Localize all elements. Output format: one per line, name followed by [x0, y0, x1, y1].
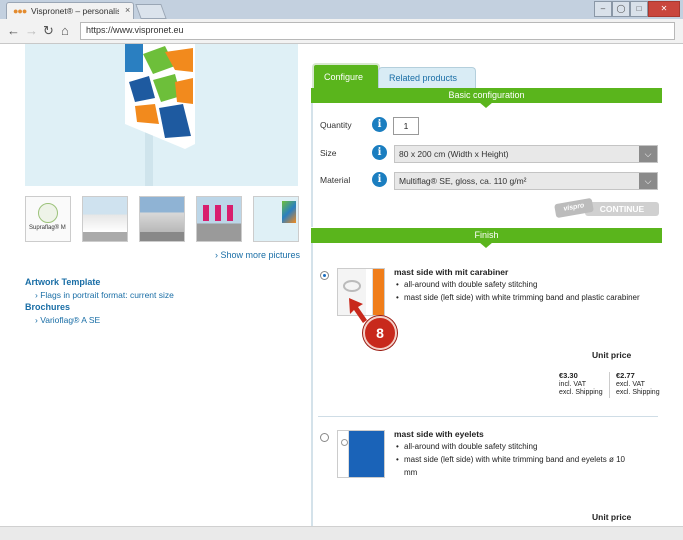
- user-button[interactable]: ◯: [612, 1, 630, 17]
- quantity-info-icon[interactable]: i: [372, 117, 387, 132]
- horizontal-scrollbar[interactable]: [0, 526, 683, 540]
- size-info-icon[interactable]: i: [372, 145, 387, 160]
- url-input[interactable]: https://www.vispronet.eu: [80, 22, 675, 40]
- finish-option-bullets: all-around with double safety stitching …: [396, 278, 646, 304]
- gallery-thumb[interactable]: [253, 196, 299, 242]
- tab-configure[interactable]: Configure: [312, 63, 380, 89]
- chevron-down-icon: ⌵: [639, 173, 657, 189]
- basic-configuration-header: Basic configuration: [311, 88, 662, 108]
- finish-option-title: mast side with mit carabiner: [394, 267, 509, 277]
- show-more-pictures-link[interactable]: › Show more pictures: [215, 250, 300, 260]
- size-select[interactable]: 80 x 200 cm (Width x Height) ⌵: [394, 145, 658, 163]
- basic-configuration-panel: [311, 103, 313, 227]
- finish-option-eyelets-radio[interactable]: [320, 433, 329, 442]
- finish-option-carabiner-radio[interactable]: [320, 271, 329, 280]
- unit-price-label: Unit price: [592, 350, 632, 360]
- artwork-template-heading: Artwork Template: [25, 277, 101, 287]
- bullet-item: all-around with double safety stitching: [396, 440, 632, 453]
- eyelets-product-image: [337, 430, 385, 478]
- window-close-button[interactable]: ✕: [648, 1, 680, 17]
- address-bar-row: ← → ↻ ⌂ https://www.vispronet.eu: [0, 19, 683, 44]
- bullet-item: mast side (left side) with white trimmin…: [396, 291, 646, 304]
- finish-header: Finish: [311, 228, 662, 248]
- bullet-item: all-around with double safety stitching: [396, 278, 646, 291]
- gallery-thumb[interactable]: [196, 196, 242, 242]
- eyelet-icon: [341, 439, 348, 446]
- artwork-template-link[interactable]: › Flags in portrait format: current size: [35, 290, 174, 300]
- option-separator: [318, 416, 658, 417]
- forward-icon[interactable]: →: [25, 23, 38, 38]
- gallery-thumb[interactable]: [82, 196, 128, 242]
- price-divider: [609, 372, 610, 398]
- flag-graphic: [125, 44, 195, 149]
- product-main-image: [25, 44, 298, 186]
- chevron-down-icon: ⌵: [639, 146, 657, 162]
- supraflag-logo-icon: [38, 203, 58, 223]
- gallery-thumb[interactable]: [139, 196, 185, 242]
- finish-option-title: mast side with eyelets: [394, 429, 484, 439]
- new-tab-button[interactable]: [135, 4, 167, 19]
- bullet-item: mast side (left side) with white trimmin…: [396, 453, 632, 479]
- material-select[interactable]: Multiflag® SE, gloss, ca. 110 g/m² ⌵: [394, 172, 658, 190]
- brochures-heading: Brochures: [25, 302, 71, 312]
- restore-button[interactable]: □: [630, 1, 648, 17]
- tab-related-products[interactable]: Related products: [378, 67, 476, 88]
- browser-tab-bar: ●●● Vispronet® – personalise × – ◯ □ ✕: [0, 0, 683, 20]
- finish-option-bullets: all-around with double safety stitching …: [396, 440, 632, 479]
- price-incl-vat: €3.30 incl. VAT excl. Shipping: [559, 371, 603, 397]
- size-label: Size: [320, 148, 337, 158]
- home-icon[interactable]: ⌂: [61, 23, 69, 38]
- step-badge: 8: [363, 316, 397, 350]
- quantity-input[interactable]: 1: [393, 117, 419, 135]
- browser-tab[interactable]: ●●● Vispronet® – personalise ×: [6, 2, 134, 20]
- continue-button[interactable]: CONTINUE vispro: [554, 197, 659, 219]
- unit-price-label: Unit price: [592, 512, 632, 522]
- price-excl-vat: €2.77 excl. VAT excl. Shipping: [616, 371, 660, 397]
- reload-icon[interactable]: ↻: [43, 23, 54, 39]
- favicon-icon: ●●●: [13, 6, 27, 16]
- carabiner-icon: [343, 280, 361, 292]
- tab-title: Vispronet® – personalise: [31, 6, 119, 16]
- minimize-button[interactable]: –: [594, 1, 612, 17]
- material-info-icon[interactable]: i: [372, 172, 387, 187]
- back-icon[interactable]: ←: [7, 23, 20, 38]
- quantity-label: Quantity: [320, 120, 352, 130]
- tab-close-icon[interactable]: ×: [125, 5, 130, 15]
- material-label: Material: [320, 175, 351, 185]
- thumb-label: Supraflag® M: [29, 225, 66, 231]
- finish-panel: [311, 243, 313, 526]
- brochure-link[interactable]: › Varioflag® A SE: [35, 315, 100, 325]
- gallery-thumb[interactable]: Supraflag® M: [25, 196, 71, 242]
